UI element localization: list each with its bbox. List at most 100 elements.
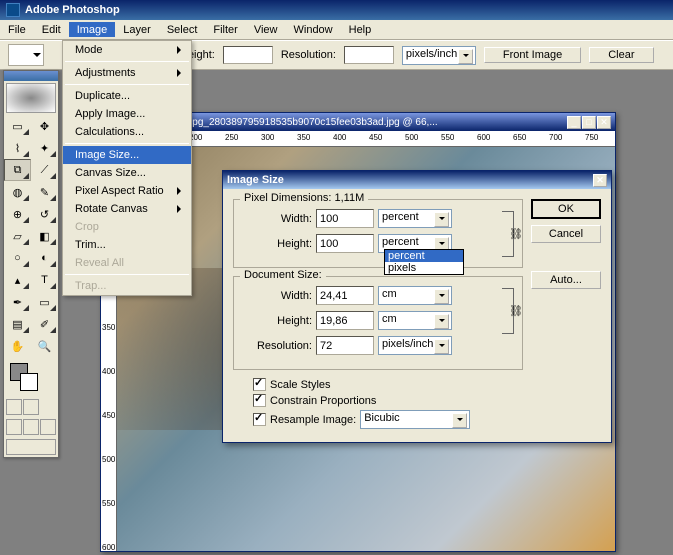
tool-eyedropper[interactable]: ✐ <box>31 313 58 335</box>
screen-full[interactable] <box>40 419 56 435</box>
unit-opt-pixels[interactable]: pixels <box>385 262 463 274</box>
cancel-button[interactable]: Cancel <box>531 225 601 243</box>
doc-width-unit[interactable]: cm <box>378 286 452 305</box>
doc-res-unit[interactable]: pixels/inch <box>378 336 452 355</box>
tool-healing[interactable]: ◍ <box>4 181 31 203</box>
pixel-dimensions-group: Pixel Dimensions: 1,11M Width: percent H… <box>233 199 523 268</box>
px-width-unit[interactable]: percent <box>378 209 452 228</box>
tool-wand[interactable]: ✦ <box>31 137 58 159</box>
menu-duplicate[interactable]: Duplicate... <box>63 87 191 105</box>
tools-panel: ▭ ✥ ⌇ ✦ ⧉ ⟋ ◍ ✎ ⊕ ↺ ▱ ◧ ○ ◐ ▴ T ✒ ▭ ▤ ✐ … <box>3 70 59 458</box>
px-height-label: Height: <box>242 238 312 250</box>
menu-image[interactable]: Image <box>69 22 116 37</box>
opt-height-input[interactable] <box>223 46 273 64</box>
tool-dodge[interactable]: ◐ <box>31 247 58 269</box>
menu-pixel-aspect[interactable]: Pixel Aspect Ratio <box>63 182 191 200</box>
menu-adjustments[interactable]: Adjustments <box>63 64 191 82</box>
unit-opt-percent[interactable]: percent <box>385 250 463 262</box>
scale-styles-checkbox[interactable] <box>253 378 266 391</box>
px-height-input[interactable] <box>316 234 374 253</box>
tool-stamp[interactable]: ⊕ <box>4 203 31 225</box>
background-color[interactable] <box>20 373 38 391</box>
menu-edit[interactable]: Edit <box>34 22 69 37</box>
tool-gradient[interactable]: ◧ <box>31 225 58 247</box>
menu-reveal-all: Reveal All <box>63 254 191 272</box>
doc-res-input[interactable] <box>316 336 374 355</box>
resample-method[interactable]: Bicubic <box>360 410 470 429</box>
unit-dropdown-open: percent pixels <box>384 249 464 275</box>
menu-calculations[interactable]: Calculations... <box>63 123 191 141</box>
menu-crop: Crop <box>63 218 191 236</box>
menu-sep <box>65 84 189 85</box>
doc-width-input[interactable] <box>316 286 374 305</box>
opt-res-label: Resolution: <box>281 49 336 61</box>
menu-mode[interactable]: Mode <box>63 41 191 59</box>
menubar: File Edit Image Layer Select Filter View… <box>0 20 673 40</box>
constrain-label: Constrain Proportions <box>270 395 376 407</box>
jump-to-imageready[interactable] <box>6 439 56 455</box>
dialog-close-button[interactable]: ✕ <box>593 174 607 187</box>
dialog-title: Image Size <box>227 174 284 186</box>
tool-slice[interactable]: ⟋ <box>31 159 58 181</box>
link-icon[interactable]: ⛓ <box>502 288 514 334</box>
tool-pen[interactable]: ✒ <box>4 291 31 313</box>
tool-history-brush[interactable]: ↺ <box>31 203 58 225</box>
mode-standard[interactable] <box>6 399 22 415</box>
opt-res-input[interactable] <box>344 46 394 64</box>
menu-file[interactable]: File <box>0 22 34 37</box>
menu-trap: Trap... <box>63 277 191 295</box>
tool-blur[interactable]: ○ <box>4 247 31 269</box>
tool-type[interactable]: T <box>31 269 58 291</box>
tool-shape[interactable]: ▭ <box>31 291 58 313</box>
image-menu-dropdown: Mode Adjustments Duplicate... Apply Imag… <box>62 40 192 296</box>
maximize-button[interactable]: □ <box>582 116 596 129</box>
tools-panel-header[interactable] <box>4 71 58 81</box>
doc-height-unit[interactable]: cm <box>378 311 452 330</box>
tool-move[interactable]: ✥ <box>31 115 58 137</box>
auto-button[interactable]: Auto... <box>531 271 601 289</box>
menu-trim[interactable]: Trim... <box>63 236 191 254</box>
ok-button[interactable]: OK <box>531 199 601 219</box>
menu-sep <box>65 61 189 62</box>
tool-zoom[interactable]: 🔍 <box>31 335 58 357</box>
menu-window[interactable]: Window <box>286 22 341 37</box>
tool-path-select[interactable]: ▴ <box>4 269 31 291</box>
menu-image-size[interactable]: Image Size... <box>63 146 191 164</box>
menu-rotate-canvas[interactable]: Rotate Canvas <box>63 200 191 218</box>
dialog-titlebar[interactable]: Image Size ✕ <box>223 171 611 189</box>
close-button[interactable]: ✕ <box>597 116 611 129</box>
tool-hand[interactable]: ✋ <box>4 335 31 357</box>
clear-button[interactable]: Clear <box>589 47 653 63</box>
link-icon[interactable]: ⛓ <box>502 211 514 257</box>
color-swatches <box>4 357 58 397</box>
screen-full-menubar[interactable] <box>23 419 39 435</box>
pixel-dims-title: Pixel Dimensions: 1,11M <box>240 192 368 204</box>
tool-brush[interactable]: ✎ <box>31 181 58 203</box>
menu-canvas-size[interactable]: Canvas Size... <box>63 164 191 182</box>
menu-sep <box>65 274 189 275</box>
resample-label: Resample Image: <box>270 414 356 426</box>
resample-checkbox[interactable] <box>253 413 266 426</box>
scale-styles-label: Scale Styles <box>270 379 331 391</box>
screen-standard[interactable] <box>6 419 22 435</box>
doc-height-input[interactable] <box>316 311 374 330</box>
menu-view[interactable]: View <box>246 22 286 37</box>
tool-feather-preview <box>6 83 56 113</box>
menu-apply-image[interactable]: Apply Image... <box>63 105 191 123</box>
mode-quickmask[interactable] <box>23 399 39 415</box>
menu-filter[interactable]: Filter <box>205 22 245 37</box>
px-width-input[interactable] <box>316 209 374 228</box>
tool-lasso[interactable]: ⌇ <box>4 137 31 159</box>
minimize-button[interactable]: _ <box>567 116 581 129</box>
opt-res-unit[interactable]: pixels/inch <box>402 46 476 65</box>
tool-eraser[interactable]: ▱ <box>4 225 31 247</box>
menu-layer[interactable]: Layer <box>115 22 159 37</box>
tool-preset-picker[interactable] <box>8 44 44 66</box>
tool-crop[interactable]: ⧉ <box>4 159 31 181</box>
menu-help[interactable]: Help <box>341 22 380 37</box>
menu-select[interactable]: Select <box>159 22 206 37</box>
constrain-checkbox[interactable] <box>253 394 266 407</box>
front-image-button[interactable]: Front Image <box>484 47 581 63</box>
tool-marquee[interactable]: ▭ <box>4 115 31 137</box>
tool-notes[interactable]: ▤ <box>4 313 31 335</box>
